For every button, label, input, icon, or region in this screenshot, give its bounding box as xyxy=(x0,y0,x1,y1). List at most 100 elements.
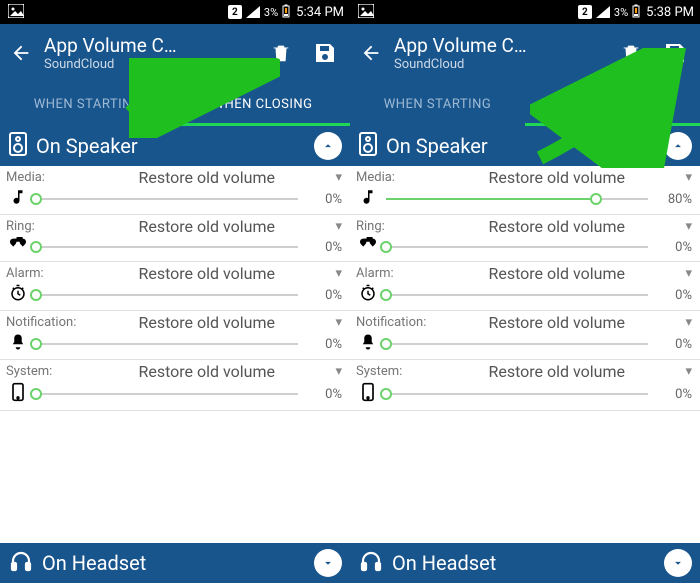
volume-percent: 0% xyxy=(654,387,692,402)
toolbar-subtitle: SoundCloud xyxy=(44,57,254,72)
volume-percent: 0% xyxy=(304,288,342,303)
volume-slider[interactable] xyxy=(386,190,648,208)
chevron-down-icon[interactable]: ▾ xyxy=(685,170,692,185)
left-pane: 2 3% 5:34 PM App Volume C… SoundCloud WH… xyxy=(0,0,350,583)
delete-button[interactable] xyxy=(264,36,298,70)
row-action-dropdown[interactable]: Restore old volume xyxy=(434,264,679,283)
tab-when-closing[interactable]: WHEN CLOSING xyxy=(525,82,700,126)
chevron-down-icon[interactable]: ▾ xyxy=(335,315,342,330)
volume-type-icon xyxy=(356,382,380,406)
row-label: Media: xyxy=(356,170,428,185)
collapse-down-icon[interactable] xyxy=(314,549,342,577)
volume-percent: 0% xyxy=(304,192,342,207)
back-button[interactable] xyxy=(8,40,34,66)
volume-row: Ring: Restore old volume ▾ 0% xyxy=(350,215,700,262)
headset-icon xyxy=(8,549,34,578)
tab-when-closing[interactable]: WHEN CLOSING xyxy=(175,82,350,126)
save-button[interactable] xyxy=(658,36,692,70)
toolbar-subtitle: SoundCloud xyxy=(394,57,604,72)
toolbar-titles: App Volume C… SoundCloud xyxy=(394,34,604,72)
volume-percent: 0% xyxy=(304,387,342,402)
headset-section-label: On Headset xyxy=(42,551,146,575)
clock-text: 5:38 PM xyxy=(646,5,694,20)
volume-percent: 0% xyxy=(304,337,342,352)
delete-button[interactable] xyxy=(614,36,648,70)
volume-slider[interactable] xyxy=(36,190,298,208)
row-action-dropdown[interactable]: Restore old volume xyxy=(84,264,329,283)
row-label: Notification: xyxy=(356,315,428,330)
chevron-down-icon[interactable]: ▾ xyxy=(685,315,692,330)
chevron-down-icon[interactable]: ▾ xyxy=(685,219,692,234)
row-action-dropdown[interactable]: Restore old volume xyxy=(434,168,679,187)
tab-when-starting[interactable]: WHEN STARTING xyxy=(0,82,175,126)
volume-type-icon xyxy=(6,188,30,210)
collapse-up-icon[interactable] xyxy=(314,132,342,160)
signal-icon xyxy=(596,6,610,18)
tab-bar: WHEN STARTING WHEN CLOSING xyxy=(350,82,700,126)
volume-list: Media: Restore old volume ▾ 80% Ring: Restore… xyxy=(350,166,700,543)
toolbar-title: App Volume C… xyxy=(44,34,254,57)
sim-badge: 2 xyxy=(228,5,242,19)
battery-pct: 3% xyxy=(614,6,628,19)
headset-section-header[interactable]: On Headset xyxy=(350,543,700,583)
chevron-down-icon[interactable]: ▾ xyxy=(335,170,342,185)
speaker-section-header[interactable]: On Speaker xyxy=(350,126,700,166)
chevron-down-icon[interactable]: ▾ xyxy=(335,364,342,379)
speaker-section-header[interactable]: On Speaker xyxy=(0,126,350,166)
volume-list: Media:Restore old volume▾0%Ring:Restore … xyxy=(0,166,350,543)
volume-row: System: Restore old volume ▾ 0% xyxy=(350,360,700,411)
chevron-down-icon[interactable]: ▾ xyxy=(335,266,342,281)
chevron-down-icon[interactable]: ▾ xyxy=(685,266,692,281)
volume-slider[interactable] xyxy=(386,286,648,304)
speaker-icon xyxy=(358,131,378,162)
back-button[interactable] xyxy=(358,40,384,66)
row-action-dropdown[interactable]: Restore old volume xyxy=(434,313,679,332)
volume-row: Alarm: Restore old volume ▾ 0% xyxy=(350,262,700,311)
volume-slider[interactable] xyxy=(36,238,298,256)
volume-type-icon xyxy=(6,333,30,355)
row-label: Ring: xyxy=(356,219,428,234)
gallery-icon xyxy=(358,4,374,21)
volume-row: Alarm:Restore old volume▾0% xyxy=(0,262,350,311)
volume-row: Notification:Restore old volume▾0% xyxy=(350,311,700,360)
volume-row: Media:Restore old volume▾0% xyxy=(0,166,350,215)
volume-slider[interactable] xyxy=(386,238,648,256)
volume-percent: 80% xyxy=(654,192,692,207)
volume-percent: 0% xyxy=(654,240,692,255)
row-label: Alarm: xyxy=(356,266,428,281)
chevron-down-icon[interactable]: ▾ xyxy=(335,219,342,234)
row-action-dropdown[interactable]: Restore old volume xyxy=(84,168,329,187)
row-action-dropdown[interactable]: Restore old volume xyxy=(434,362,679,381)
volume-type-icon xyxy=(356,333,380,355)
row-action-dropdown[interactable]: Restore old volume xyxy=(434,217,679,236)
gallery-icon xyxy=(8,4,24,21)
collapse-down-icon[interactable] xyxy=(664,549,692,577)
headset-section-header[interactable]: On Headset xyxy=(0,543,350,583)
row-label: System: xyxy=(356,364,428,379)
volume-row: Media: Restore old volume ▾ 80% xyxy=(350,166,700,215)
volume-slider[interactable] xyxy=(386,335,648,353)
volume-row: System:Restore old volume▾0% xyxy=(0,360,350,411)
battery-icon xyxy=(282,4,290,21)
volume-percent: 0% xyxy=(654,288,692,303)
sim-badge: 2 xyxy=(578,5,592,19)
battery-icon xyxy=(632,4,640,21)
row-label: Notification: xyxy=(6,315,78,330)
signal-icon xyxy=(246,6,260,18)
volume-slider[interactable] xyxy=(36,335,298,353)
volume-slider[interactable] xyxy=(36,385,298,403)
volume-row: Ring:Restore old volume▾0% xyxy=(0,215,350,262)
save-button[interactable] xyxy=(308,36,342,70)
speaker-section-label: On Speaker xyxy=(386,134,488,158)
volume-type-icon xyxy=(356,188,380,210)
row-action-dropdown[interactable]: Restore old volume xyxy=(84,313,329,332)
app-toolbar: App Volume C… SoundCloud xyxy=(0,24,350,82)
volume-slider[interactable] xyxy=(36,286,298,304)
tab-when-starting[interactable]: WHEN STARTING xyxy=(350,82,525,126)
chevron-down-icon[interactable]: ▾ xyxy=(685,364,692,379)
volume-type-icon xyxy=(356,284,380,306)
row-action-dropdown[interactable]: Restore old volume xyxy=(84,217,329,236)
collapse-up-icon[interactable] xyxy=(664,132,692,160)
row-action-dropdown[interactable]: Restore old volume xyxy=(84,362,329,381)
volume-slider[interactable] xyxy=(386,385,648,403)
